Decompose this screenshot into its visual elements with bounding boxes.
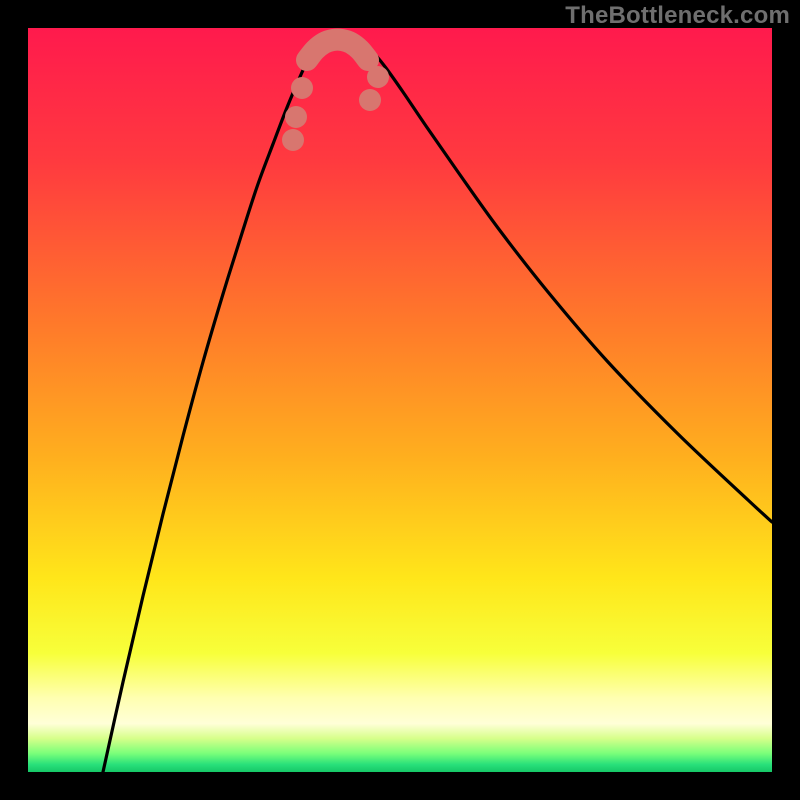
plot-area bbox=[28, 28, 772, 772]
outer-frame: TheBottleneck.com bbox=[0, 0, 800, 800]
highlight-dot bbox=[359, 89, 381, 111]
highlight-dot bbox=[282, 129, 304, 151]
watermark-text: TheBottleneck.com bbox=[565, 2, 790, 30]
curve-path bbox=[103, 34, 772, 772]
highlight-dot bbox=[367, 66, 389, 88]
highlight-dot bbox=[291, 77, 313, 99]
bottleneck-curve bbox=[28, 28, 772, 772]
highlight-dot bbox=[285, 106, 307, 128]
trough-band bbox=[307, 40, 368, 60]
